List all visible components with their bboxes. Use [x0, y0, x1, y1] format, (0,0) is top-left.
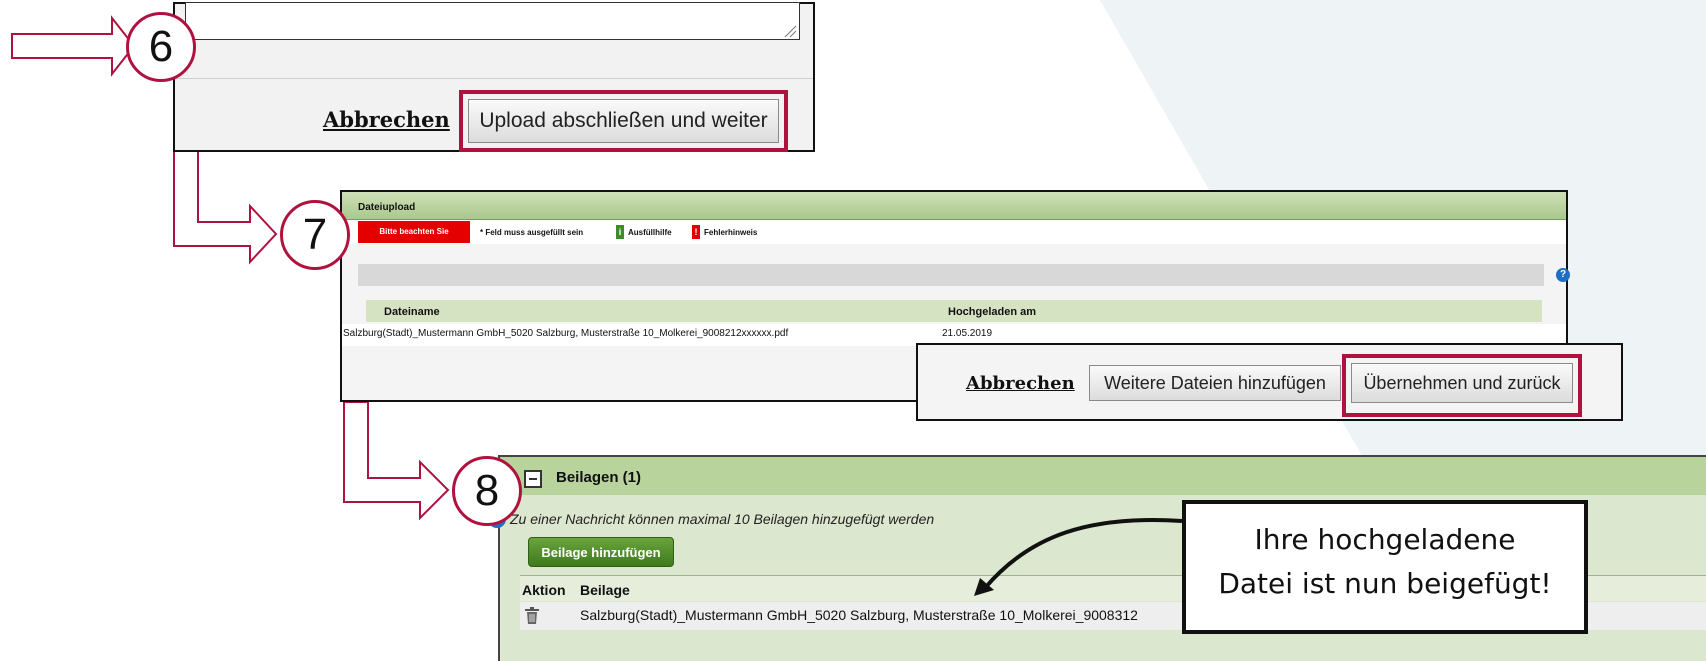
- callout-arrow: [974, 518, 1183, 596]
